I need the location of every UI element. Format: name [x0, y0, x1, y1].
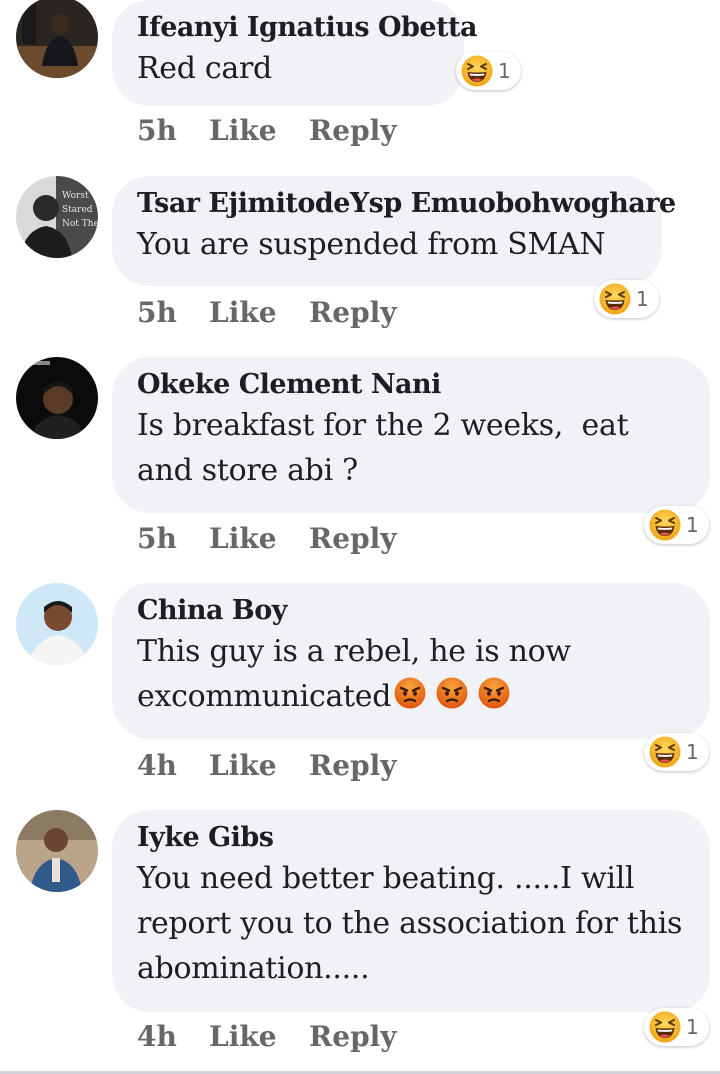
comment-bubble: Iyke Gibs You need better beating. .....… — [112, 810, 710, 1012]
reply-button[interactable]: Reply — [309, 1020, 397, 1053]
reply-button[interactable]: Reply — [309, 296, 397, 329]
comment-text: Is breakfast for the 2 weeks, eat and st… — [137, 408, 638, 488]
svg-text:Stared: Stared — [62, 205, 93, 215]
laughing-emoji-icon — [648, 735, 682, 769]
comment-actions: 5h Like Reply — [137, 114, 397, 147]
like-button[interactable]: Like — [209, 522, 309, 555]
angry-face-icon — [393, 676, 427, 710]
comment-bubble: China Boy This guy is a rebel, he is now… — [112, 583, 710, 739]
comment-actions: 5h Like Reply — [137, 296, 397, 329]
reply-button[interactable]: Reply — [309, 114, 397, 147]
angry-face-icon — [477, 676, 511, 710]
comment-timestamp[interactable]: 5h — [137, 522, 209, 555]
comment-actions: 4h Like Reply — [137, 749, 397, 782]
comment-text-line: excommunicated — [137, 679, 392, 714]
reaction-count: 1 — [686, 740, 699, 764]
reaction-count: 1 — [686, 513, 699, 537]
comment-timestamp[interactable]: 4h — [137, 1020, 209, 1053]
laughing-emoji-icon — [460, 54, 494, 88]
avatar[interactable] — [16, 583, 98, 665]
reply-button[interactable]: Reply — [309, 749, 397, 782]
reaction-badge[interactable]: 1 — [594, 280, 659, 318]
avatar[interactable] — [16, 810, 98, 892]
avatar[interactable] — [16, 357, 98, 439]
comment-author[interactable]: China Boy — [137, 593, 684, 629]
reaction-badge[interactable]: 1 — [644, 506, 709, 544]
comment-bubble: Tsar EjimitodeYsp Emuobohwoghare You are… — [112, 176, 676, 286]
comment-text: This guy is a rebel, he is now excommunic… — [137, 629, 684, 719]
comment-text: You need better beating. .....I will rep… — [137, 861, 692, 986]
comment-text: You are suspended from SMAN — [137, 227, 606, 262]
laughing-emoji-icon — [598, 282, 632, 316]
comment-author[interactable]: Tsar EjimitodeYsp Emuobohwoghare — [137, 186, 676, 222]
reaction-count: 1 — [636, 287, 649, 311]
comment-author[interactable]: Ifeanyi Ignatius Obetta — [137, 10, 478, 46]
avatar[interactable]: Worst Stared Not The — [16, 176, 98, 258]
reaction-badge[interactable]: 1 — [456, 52, 521, 90]
like-button[interactable]: Like — [209, 749, 309, 782]
reaction-badge[interactable]: 1 — [644, 1008, 709, 1046]
avatar[interactable] — [16, 0, 98, 78]
svg-text:Worst: Worst — [62, 191, 89, 201]
comment-timestamp[interactable]: 5h — [137, 114, 209, 147]
comment-timestamp[interactable]: 5h — [137, 296, 209, 329]
comment-timestamp[interactable]: 4h — [137, 749, 209, 782]
reply-button[interactable]: Reply — [309, 522, 397, 555]
svg-text:Not The: Not The — [62, 219, 98, 229]
like-button[interactable]: Like — [209, 1020, 309, 1053]
laughing-emoji-icon — [648, 1010, 682, 1044]
comment-text: Red card — [137, 51, 272, 86]
reaction-badge[interactable]: 1 — [644, 733, 709, 771]
laughing-emoji-icon — [648, 508, 682, 542]
angry-face-icon — [435, 676, 469, 710]
reaction-count: 1 — [498, 59, 511, 83]
comment-text-line: This guy is a rebel, he is now — [137, 634, 571, 669]
comment-bubble: Okeke Clement Nani Is breakfast for the … — [112, 357, 710, 513]
comment-author[interactable]: Iyke Gibs — [137, 820, 684, 856]
comment-bubble: Ifeanyi Ignatius Obetta Red card — [112, 0, 478, 106]
comment-author[interactable]: Okeke Clement Nani — [137, 367, 684, 403]
like-button[interactable]: Like — [209, 114, 309, 147]
reaction-count: 1 — [686, 1015, 699, 1039]
comment-actions: 5h Like Reply — [137, 522, 397, 555]
like-button[interactable]: Like — [209, 296, 309, 329]
comment-actions: 4h Like Reply — [137, 1020, 397, 1053]
